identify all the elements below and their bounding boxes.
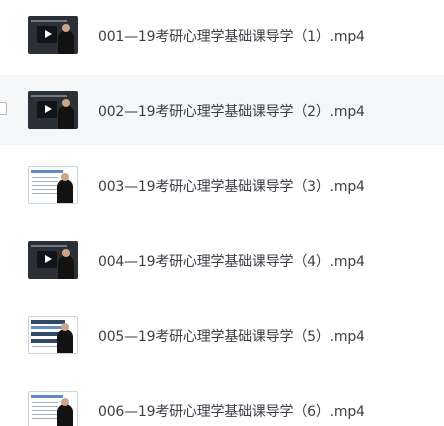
video-thumbnail[interactable] [28, 391, 78, 426]
slide-text-line [32, 402, 58, 403]
slide-text-line [32, 346, 58, 347]
video-thumbnail[interactable] [28, 241, 78, 279]
video-thumbnail[interactable] [28, 16, 78, 54]
video-thumbnail[interactable] [28, 166, 78, 204]
slide-title-bar [31, 320, 65, 324]
presenter-figure [57, 398, 73, 426]
play-icon [37, 26, 57, 43]
presenter-figure [58, 249, 74, 279]
file-row-003[interactable]: 003—19考研心理学基础课导学（3）.mp4 [0, 150, 444, 220]
slide-text-line [32, 185, 58, 186]
file-row-001[interactable]: 001—19考研心理学基础课导学（1）.mp4 [0, 0, 444, 70]
file-row-006[interactable]: 006—19考研心理学基础课导学（6）.mp4 [0, 375, 444, 426]
slide-text-line [32, 418, 58, 419]
slide-title-bar [31, 395, 63, 398]
video-thumbnail[interactable] [28, 316, 78, 354]
file-name[interactable]: 003—19考研心理学基础课导学（3）.mp4 [98, 176, 365, 196]
thumbnail-header-line [31, 245, 67, 247]
slide-title-bar [31, 170, 63, 173]
slide-text-line [32, 181, 58, 182]
presenter-figure [58, 99, 74, 129]
file-name[interactable]: 004—19考研心理学基础课导学（4）.mp4 [98, 251, 365, 271]
slide-highlight-bar [31, 326, 63, 329]
play-icon [37, 101, 57, 118]
presenter-figure [58, 24, 74, 54]
file-list: 001—19考研心理学基础课导学（1）.mp4 002—19考研心理学基础课导学… [0, 0, 444, 426]
presenter-figure [57, 173, 73, 203]
thumbnail-header-line [31, 20, 67, 22]
slide-text-line [32, 189, 58, 190]
slide-text-line [32, 406, 58, 407]
file-name[interactable]: 002—19考研心理学基础课导学（2）.mp4 [98, 101, 365, 121]
video-thumbnail[interactable] [28, 91, 78, 129]
slide-text-line [32, 410, 58, 411]
file-row-005[interactable]: 005—19考研心理学基础课导学（5）.mp4 [0, 300, 444, 370]
file-row-004[interactable]: 004—19考研心理学基础课导学（4）.mp4 [0, 225, 444, 295]
slide-text-line [32, 414, 58, 415]
slide-text-line [32, 193, 58, 194]
presenter-figure [57, 323, 73, 353]
file-name[interactable]: 001—19考研心理学基础课导学（1）.mp4 [98, 26, 365, 46]
file-row-002[interactable]: 002—19考研心理学基础课导学（2）.mp4 [0, 75, 444, 145]
row-checkbox[interactable] [0, 102, 7, 115]
slide-text-line [32, 177, 58, 178]
file-name[interactable]: 006—19考研心理学基础课导学（6）.mp4 [98, 401, 365, 421]
play-icon [37, 251, 57, 268]
file-name[interactable]: 005—19考研心理学基础课导学（5）.mp4 [98, 326, 365, 346]
thumbnail-header-line [31, 95, 67, 97]
